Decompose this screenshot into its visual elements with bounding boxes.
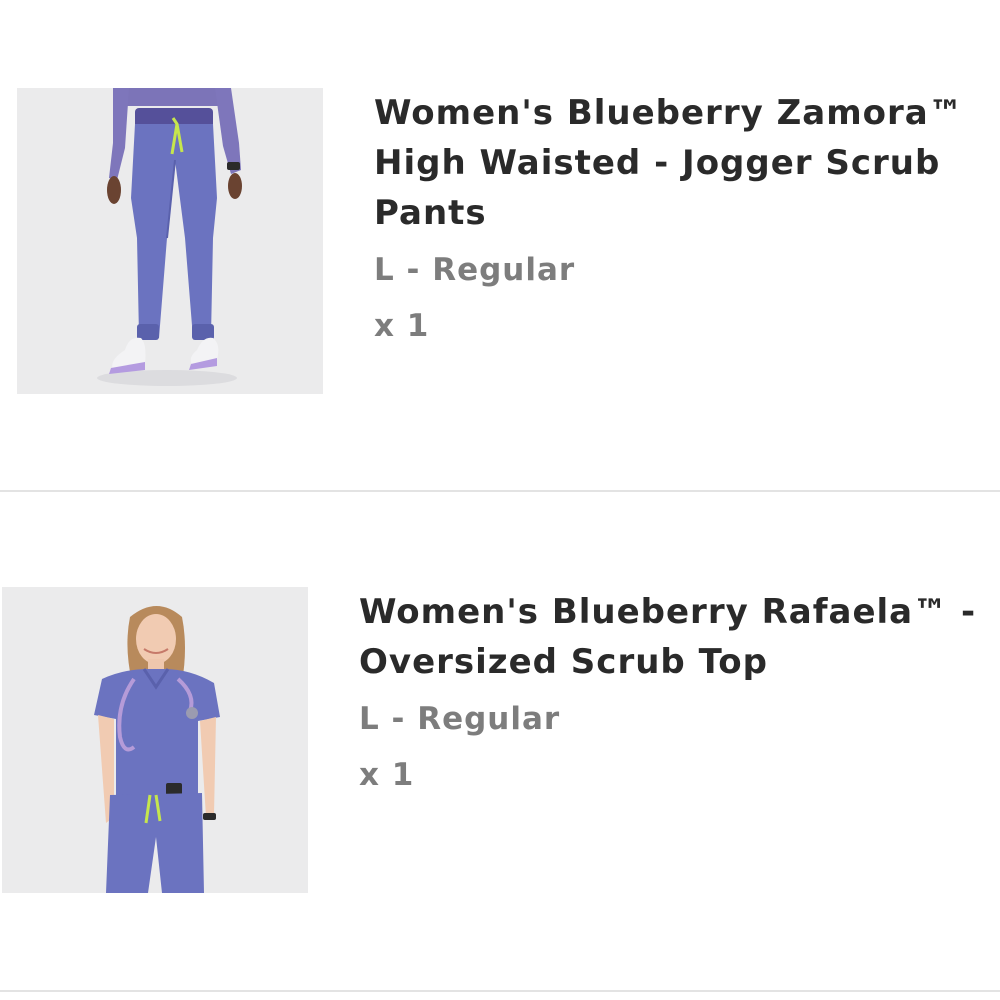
title-line: Pants: [374, 193, 487, 233]
title-line: Oversized Scrub Top: [359, 642, 768, 682]
product-image-jogger-pants[interactable]: [17, 88, 323, 394]
product-image-scrub-top[interactable]: [2, 587, 308, 893]
cart-item[interactable]: Women's Blueberry Rafaela™ - Oversized S…: [0, 492, 1000, 1000]
title-line: Women's Blueberry Rafaela™ -: [359, 592, 977, 632]
scrub-top-illustration: [2, 587, 308, 893]
product-info: Women's Blueberry Zamora™ High Waisted -…: [374, 88, 964, 343]
product-quantity: x 1: [359, 757, 415, 793]
title-line: High Waisted - Jogger Scrub: [374, 143, 941, 183]
title-line: Women's Blueberry Zamora™: [374, 93, 964, 133]
product-variant: L - Regular: [359, 701, 561, 737]
item-divider: [0, 990, 1000, 992]
product-title[interactable]: Women's Blueberry Rafaela™ - Oversized S…: [359, 587, 976, 687]
jogger-pants-illustration: [17, 88, 323, 394]
product-title[interactable]: Women's Blueberry Zamora™ High Waisted -…: [374, 88, 964, 238]
product-variant: L - Regular: [374, 252, 576, 288]
product-info: Women's Blueberry Rafaela™ - Oversized S…: [359, 587, 976, 792]
product-quantity: x 1: [374, 308, 430, 344]
cart-item[interactable]: Women's Blueberry Zamora™ High Waisted -…: [0, 0, 1000, 492]
